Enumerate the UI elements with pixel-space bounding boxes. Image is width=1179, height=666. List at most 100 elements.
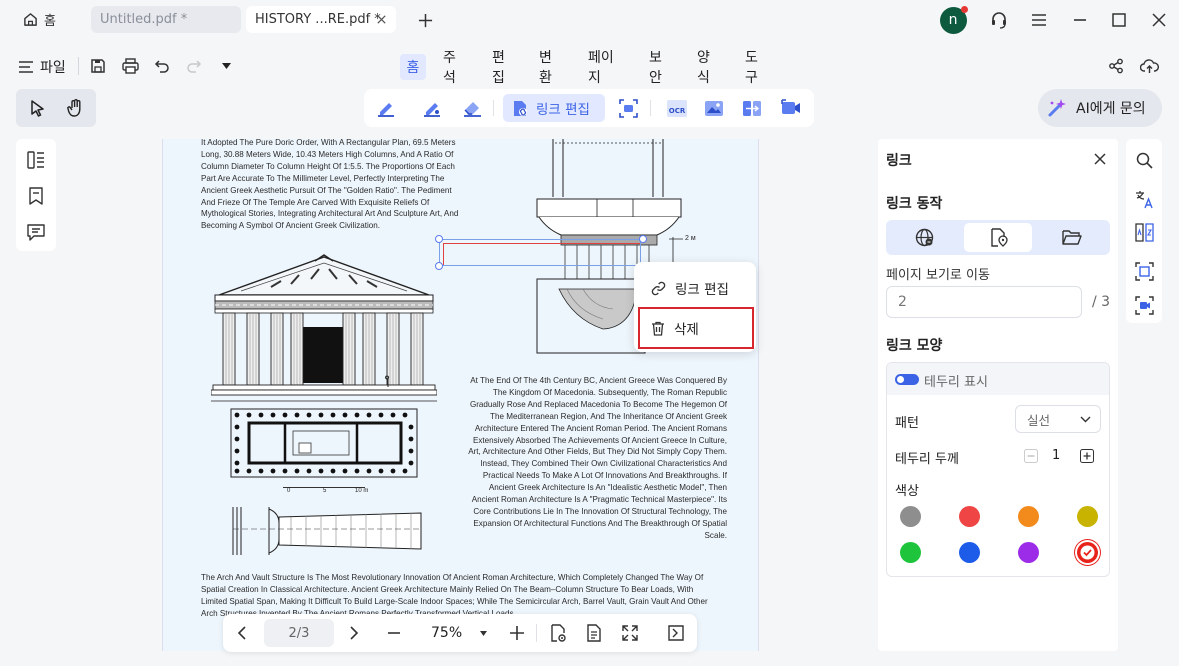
redo-icon[interactable] [184, 56, 204, 76]
undo-icon[interactable] [152, 56, 172, 76]
menu-convert[interactable]: 변환 [533, 50, 569, 86]
thickness-value[interactable]: 1 [1052, 448, 1060, 463]
cloud-upload-icon[interactable] [1138, 56, 1160, 76]
ocr-icon[interactable]: OCR [664, 96, 690, 120]
menu-page[interactable]: 페이지 [582, 50, 630, 86]
color-swatch[interactable] [1018, 542, 1039, 563]
temple-elevation-drawing [211, 254, 437, 402]
screen-capture-icon[interactable] [1133, 294, 1155, 316]
fit-page-icon[interactable] [619, 622, 641, 644]
link-edit-button[interactable]: 링크 편집 [503, 94, 605, 122]
next-page-icon[interactable] [343, 622, 365, 644]
maximize-icon[interactable] [1105, 6, 1133, 34]
ask-ai-button[interactable]: AI에게 문의 [1038, 89, 1162, 127]
menu-home[interactable]: 홈 [400, 54, 426, 80]
resize-handle[interactable] [435, 235, 443, 243]
menu-tools[interactable]: 도구 [739, 50, 775, 86]
zoom-select[interactable]: 75% [423, 622, 493, 644]
page-layout-icon[interactable] [583, 622, 605, 644]
page-view-option[interactable] [964, 223, 1032, 252]
color-swatch[interactable] [900, 506, 921, 527]
context-menu-delete-label: 삭제 [674, 322, 699, 338]
collapse-bar-icon[interactable] [665, 622, 687, 644]
new-tab-button[interactable] [411, 6, 439, 34]
border-toggle-label: 테두리 표시 [924, 375, 988, 390]
zoom-in-icon[interactable] [506, 622, 528, 644]
color-swatch[interactable] [959, 506, 980, 527]
divider [78, 57, 79, 75]
page-number-field[interactable]: 2 [886, 286, 1082, 318]
chevron-down-icon [1080, 416, 1091, 423]
pattern-label: 패턴 [895, 416, 919, 431]
tab-untitled[interactable]: Untitled.pdf * [91, 6, 241, 33]
menu-security[interactable]: 보안 [643, 50, 679, 86]
thickness-increase-icon[interactable] [1078, 447, 1096, 465]
previous-page-icon[interactable] [231, 622, 253, 644]
scan-icon[interactable] [1133, 260, 1155, 282]
share-icon[interactable] [1106, 56, 1126, 76]
zoom-out-icon[interactable] [383, 622, 405, 644]
link-icon [651, 281, 666, 296]
translate-icon[interactable] [1133, 188, 1155, 210]
hamburger-menu-icon[interactable] [1025, 6, 1053, 34]
context-menu-edit-link[interactable]: 링크 편집 [640, 270, 750, 306]
title-bar: 홈 Untitled.pdf * HISTORY ...RE.pdf * n [0, 0, 1179, 40]
scale-label-10: 10 m [355, 488, 369, 494]
link-annotation-box[interactable] [435, 235, 647, 270]
compare-icon[interactable] [740, 96, 764, 120]
print-icon[interactable] [120, 56, 140, 76]
web-link-option[interactable] [890, 223, 958, 252]
tab-history[interactable]: HISTORY ...RE.pdf * [246, 6, 396, 33]
page-location-icon [989, 228, 1008, 247]
file-menu[interactable]: 파일 [18, 55, 66, 79]
quick-access-dropdown-icon[interactable] [218, 58, 234, 74]
video-icon[interactable] [779, 96, 803, 120]
left-sidebar [16, 139, 56, 251]
avatar[interactable]: n [939, 5, 968, 34]
compare-text-icon[interactable] [1133, 221, 1155, 243]
menu-edit[interactable]: 편집 [486, 50, 522, 86]
hand-tool-icon[interactable] [62, 95, 88, 121]
edit-text-icon[interactable] [374, 96, 398, 120]
thickness-label: 테두리 두께 [895, 452, 959, 467]
bookmark-icon[interactable] [25, 185, 47, 207]
pattern-value: 실선 [1027, 412, 1051, 428]
color-swatch[interactable] [959, 542, 980, 563]
color-swatch[interactable] [1077, 542, 1098, 563]
ocr-area-icon[interactable] [616, 96, 640, 120]
close-tab-icon[interactable] [376, 14, 387, 25]
eraser-icon[interactable] [460, 96, 484, 120]
close-window-icon[interactable] [1145, 6, 1173, 34]
color-swatch[interactable] [1018, 506, 1039, 527]
open-file-option[interactable] [1038, 223, 1106, 252]
edit-image-icon[interactable] [420, 96, 444, 120]
resize-handle[interactable] [435, 262, 443, 270]
thickness-decrease-icon[interactable] [1022, 447, 1040, 465]
image-tool-icon[interactable] [702, 96, 726, 120]
list-menu-icon [18, 60, 34, 74]
resize-handle[interactable] [639, 235, 647, 243]
page-view-icon[interactable] [547, 622, 569, 644]
mode-toggle [16, 89, 96, 127]
context-menu-delete[interactable]: 삭제 [638, 307, 754, 349]
page-number-input[interactable]: 2/3 [264, 619, 334, 647]
save-icon[interactable] [88, 56, 108, 76]
tab-home[interactable]: 홈 [14, 6, 74, 33]
color-swatch[interactable] [1077, 506, 1098, 527]
thumbnails-icon[interactable] [25, 149, 47, 171]
border-toggle-switch[interactable] [895, 374, 919, 385]
support-icon[interactable] [985, 6, 1013, 34]
menu-form[interactable]: 양식 [691, 50, 727, 86]
pattern-select[interactable]: 실선 [1015, 405, 1101, 433]
comments-icon[interactable] [25, 221, 47, 243]
tab-history-label: HISTORY ...RE.pdf * [255, 12, 381, 27]
color-swatch[interactable] [900, 542, 921, 563]
home-icon [23, 12, 38, 27]
search-icon[interactable] [1133, 149, 1155, 171]
menu-annotate[interactable]: 주석 [437, 50, 473, 86]
minimize-icon[interactable] [1066, 6, 1094, 34]
page-total: / 3 [1092, 294, 1111, 310]
link-edit-label: 링크 편집 [536, 102, 590, 118]
select-cursor-icon[interactable] [24, 95, 50, 121]
close-panel-icon[interactable] [1090, 149, 1110, 169]
